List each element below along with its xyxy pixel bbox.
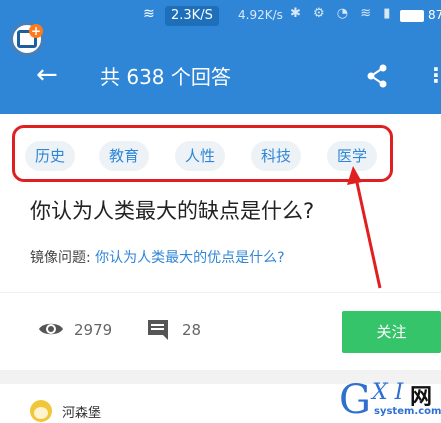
tag-history[interactable]: 历史 xyxy=(25,141,76,171)
app-badge-icon[interactable]: + xyxy=(10,22,44,56)
answer-icon xyxy=(148,320,168,340)
wifi-icon: ≋ xyxy=(143,6,155,22)
battery-level: 87 xyxy=(428,8,441,22)
tag-technology[interactable]: 科技 xyxy=(251,141,302,171)
watermark-logo-xi: X I xyxy=(372,380,404,405)
eye-icon xyxy=(39,323,63,335)
follow-button[interactable]: 关注 xyxy=(342,311,441,353)
watermark-domain: system.com xyxy=(374,406,441,417)
divider xyxy=(0,292,441,300)
more-vertical-icon[interactable]: ⋮ xyxy=(426,64,441,86)
network-speed: 2.3K/S xyxy=(165,6,219,26)
answer-user-name[interactable]: 河森堡 xyxy=(62,402,101,421)
avatar[interactable] xyxy=(30,400,52,422)
watermark-logo: G xyxy=(339,377,371,423)
tag-medicine[interactable]: 医学 xyxy=(327,141,378,171)
status-bar: ≋ 2.3K/S 4.92K/s ✱ ⚙ ◔ ≋ ▮ 87 xyxy=(0,0,441,34)
mirror-question: 镜像问题: 你认为人类最大的优点是什么? xyxy=(30,248,285,268)
tag-humanity[interactable]: 人性 xyxy=(175,141,226,171)
network-speed-secondary: 4.92K/s xyxy=(238,8,283,22)
mirror-question-label: 镜像问题: xyxy=(30,250,91,266)
back-arrow-icon[interactable]: ← xyxy=(36,62,58,88)
question-title: 你认为人类最大的缺点是什么? xyxy=(30,199,315,223)
share-icon[interactable] xyxy=(366,64,388,88)
app-bar: ← 共 638 个回答 ⋮ xyxy=(0,34,441,114)
status-icons: ✱ ⚙ ◔ ≋ ▮ xyxy=(290,6,395,21)
mirror-question-link[interactable]: 你认为人类最大的优点是什么? xyxy=(95,250,284,266)
battery-icon xyxy=(400,10,424,22)
page-title: 共 638 个回答 xyxy=(100,65,231,89)
screen: ≋ 2.3K/S 4.92K/s ✱ ⚙ ◔ ≋ ▮ 87 + ← 共 638 … xyxy=(0,0,441,423)
topic-tags: 历史 教育 人性 科技 医学 xyxy=(12,125,393,182)
tag-education[interactable]: 教育 xyxy=(99,141,150,171)
view-count: 2979 xyxy=(74,321,113,339)
answer-count: 28 xyxy=(182,321,202,339)
